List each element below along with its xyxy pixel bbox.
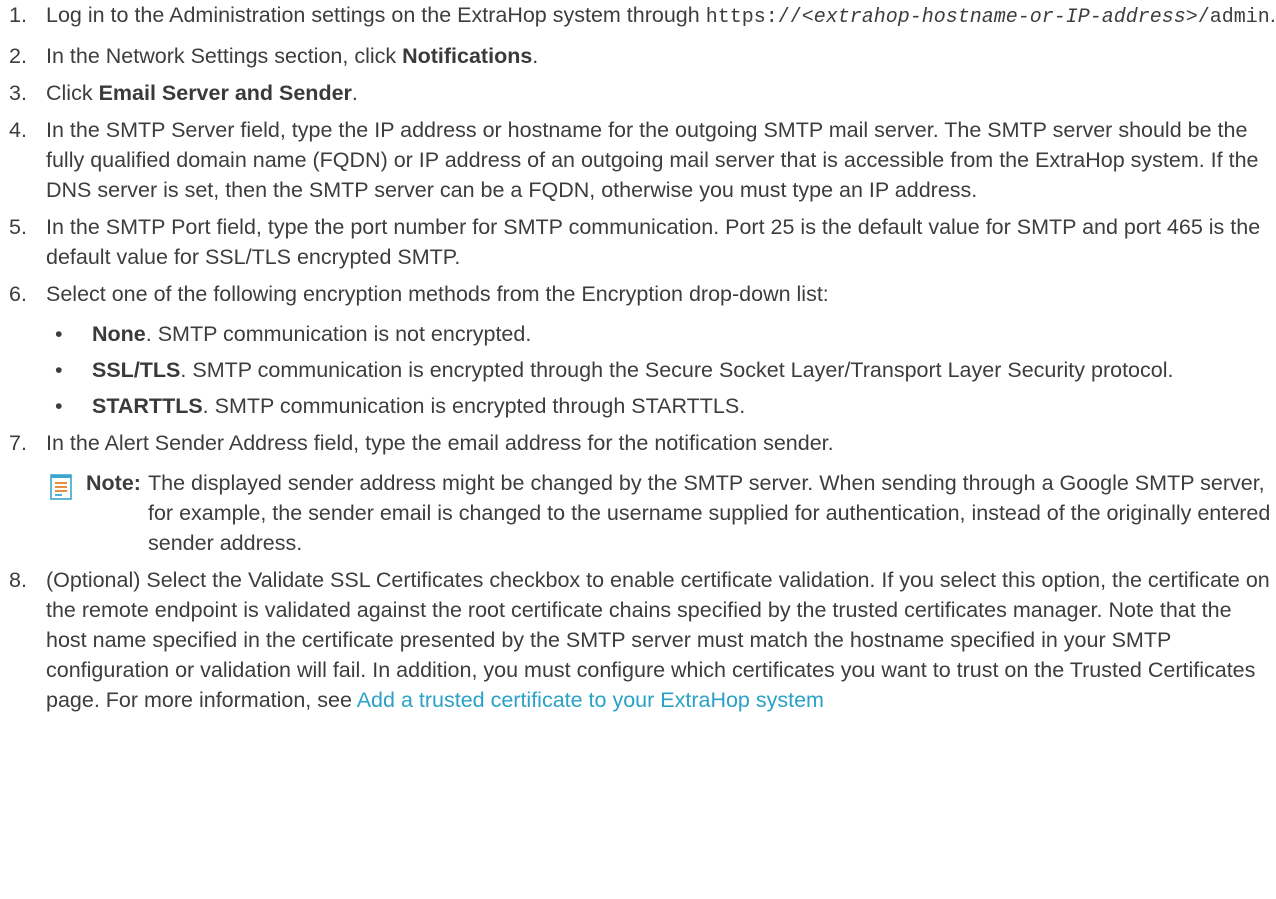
step-number: 8. xyxy=(9,568,27,592)
step-number: 3. xyxy=(9,81,27,105)
note-text: The displayed sender address might be ch… xyxy=(148,471,1271,555)
encryption-options: • None. SMTP communication is not encryp… xyxy=(46,319,1276,421)
step-7: 7. In the Alert Sender Address field, ty… xyxy=(0,428,1276,558)
step-5: 5. In the SMTP Port field, type the port… xyxy=(0,212,1276,272)
step-text: In the SMTP Port field, type the port nu… xyxy=(46,215,1261,269)
step-1: 1. Log in to the Administration settings… xyxy=(0,0,1276,33)
step-text: Click xyxy=(46,81,99,105)
option-desc: . SMTP communication is encrypted throug… xyxy=(180,358,1174,382)
step-number: 6. xyxy=(9,282,27,306)
step-number: 1. xyxy=(9,3,27,27)
note-label: Note: xyxy=(86,471,141,495)
bullet-icon: • xyxy=(55,394,63,418)
step-4: 4. In the SMTP Server field, type the IP… xyxy=(0,115,1276,205)
option-name: STARTTLS xyxy=(92,394,203,418)
note-callout: Note: The displayed sender address might… xyxy=(46,468,1276,558)
note-icon xyxy=(50,474,72,500)
admin-url: https://<extrahop-hostname-or-IP-address… xyxy=(705,6,1270,29)
step-2: 2. In the Network Settings section, clic… xyxy=(0,41,1276,71)
bullet-icon: • xyxy=(55,358,63,382)
step-number: 7. xyxy=(9,431,27,455)
bullet-item: • SSL/TLS. SMTP communication is encrypt… xyxy=(46,355,1276,385)
step-8: 8. (Optional) Select the Validate SSL Ce… xyxy=(0,565,1276,715)
step-number: 2. xyxy=(9,44,27,68)
step-text: In the SMTP Server field, type the IP ad… xyxy=(46,118,1259,202)
bullet-item: • None. SMTP communication is not encryp… xyxy=(46,319,1276,349)
step-text: Select one of the following encryption m… xyxy=(46,282,829,306)
trusted-certificate-link[interactable]: Add a trusted certificate to your ExtraH… xyxy=(357,688,824,712)
procedure-steps: 1. Log in to the Administration settings… xyxy=(0,0,1276,715)
option-desc: . SMTP communication is encrypted throug… xyxy=(202,394,746,418)
bullet-icon: • xyxy=(55,322,63,346)
ui-term-notifications: Notifications xyxy=(402,44,533,68)
option-name: None xyxy=(92,322,146,346)
option-desc: . SMTP communication is not encrypted. xyxy=(145,322,532,346)
step-number: 4. xyxy=(9,118,27,142)
ui-term-email-server: Email Server and Sender xyxy=(98,81,352,105)
step-text: In the Network Settings section, click xyxy=(46,44,403,68)
step-text: Log in to the Administration settings on… xyxy=(46,3,706,27)
step-number: 5. xyxy=(9,215,27,239)
step-6: 6. Select one of the following encryptio… xyxy=(0,279,1276,421)
option-name: SSL/TLS xyxy=(92,358,181,382)
step-text: In the Alert Sender Address field, type … xyxy=(46,431,834,455)
step-3: 3. Click Email Server and Sender. xyxy=(0,78,1276,108)
bullet-item: • STARTTLS. SMTP communication is encryp… xyxy=(46,391,1276,421)
document-body: 1. Log in to the Administration settings… xyxy=(0,0,1276,715)
